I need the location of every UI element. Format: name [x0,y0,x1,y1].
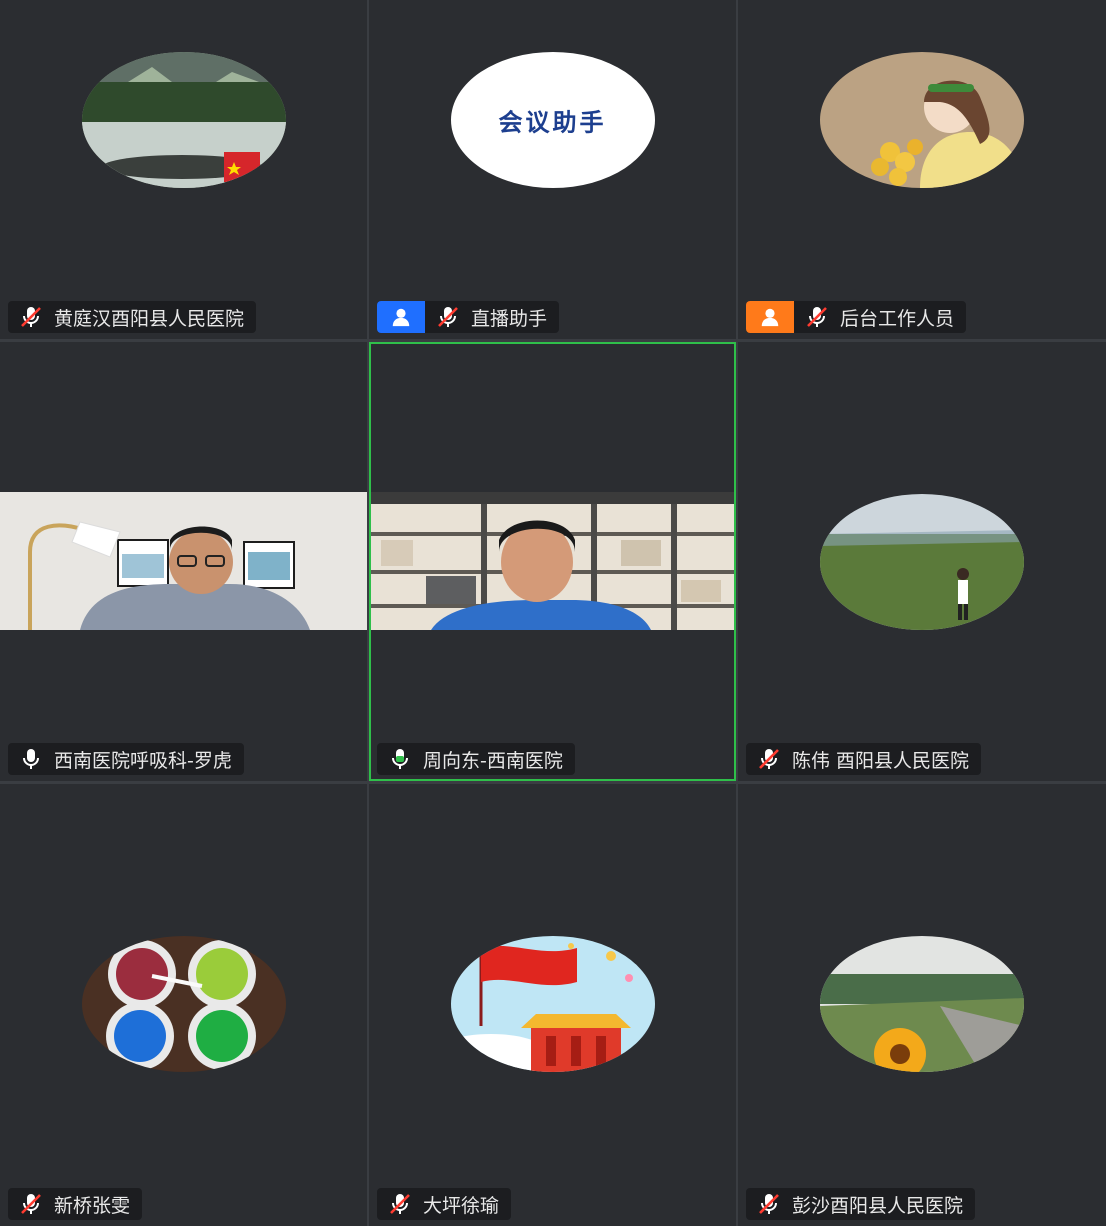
participant-name: 大坪徐瑜 [423,1194,500,1217]
muted-mic-icon[interactable] [387,1191,413,1217]
man-in-living-room-video [0,492,367,630]
participant-tile[interactable]: 西南医院呼吸科-罗虎 [0,342,367,781]
man-in-office-video [371,492,734,630]
participant-name: 直播助手 [471,307,548,330]
participant-name: 后台工作人员 [840,307,955,330]
muted-mic-icon[interactable] [804,304,830,330]
participant-name-tag: 西南医院呼吸科-罗虎 [8,743,244,775]
participant-name: 周向东-西南医院 [423,749,563,772]
muted-mic-icon[interactable] [756,1191,782,1217]
participant-tile[interactable]: 彭沙酉阳县人民医院 [738,784,1106,1226]
participant-name: 黄庭汉酉阳县人民医院 [54,307,245,330]
participant-tile[interactable]: 后台工作人员 [738,0,1106,339]
participant-name-tag: 黄庭汉酉阳县人民医院 [8,301,257,333]
avatar-text: 会议助手 [498,108,607,137]
muted-mic-icon[interactable] [435,304,461,330]
muted-mic-icon[interactable] [756,746,782,772]
participant-name: 彭沙酉阳县人民医院 [792,1194,964,1217]
speaking-mic-icon[interactable] [387,746,413,772]
participant-tile[interactable]: 黄庭汉酉阳县人民医院 [0,0,367,339]
participant-name-tag: 新桥张雯 [8,1188,143,1220]
participant-name: 新桥张雯 [54,1194,131,1217]
participant-name-tag: 后台工作人员 [746,301,967,333]
participant-name-tag: 彭沙酉阳县人民医院 [746,1188,976,1220]
participant-grid: 黄庭汉酉阳县人民医院 会议助手 直播助手 后台工作人员 西南医院呼吸科-罗虎 周… [0,0,1106,1226]
muted-mic-icon[interactable] [18,1191,44,1217]
muted-mic-icon[interactable] [18,304,44,330]
colored-bowls-avatar [81,936,286,1072]
girl-flowers-avatar [820,52,1024,188]
participant-name-tag: 陈伟 酉阳县人民医院 [746,743,982,775]
participant-name-tag: 大坪徐瑜 [377,1188,512,1220]
flower-road-avatar [820,936,1024,1072]
mic-icon[interactable] [18,746,44,772]
participant-name-tag: 直播助手 [377,301,560,333]
user-icon [746,301,794,333]
participant-name: 西南医院呼吸科-罗虎 [54,749,232,772]
landscape-pond-avatar [81,52,286,188]
participant-tile[interactable]: 大坪徐瑜 [369,784,736,1226]
user-icon [377,301,425,333]
participant-name: 陈伟 酉阳县人民医院 [792,749,970,772]
participant-name-tag: 周向东-西南医院 [377,743,575,775]
grassland-avatar [820,494,1024,630]
meeting-assistant-avatar: 会议助手 [450,52,655,188]
participant-tile[interactable]: 会议助手 直播助手 [369,0,736,339]
participant-tile[interactable]: 陈伟 酉阳县人民医院 [738,342,1106,781]
participant-tile[interactable]: 新桥张雯 [0,784,367,1226]
active-speaker-tile[interactable]: 周向东-西南医院 [369,342,736,781]
flag-gate-avatar [450,936,655,1072]
